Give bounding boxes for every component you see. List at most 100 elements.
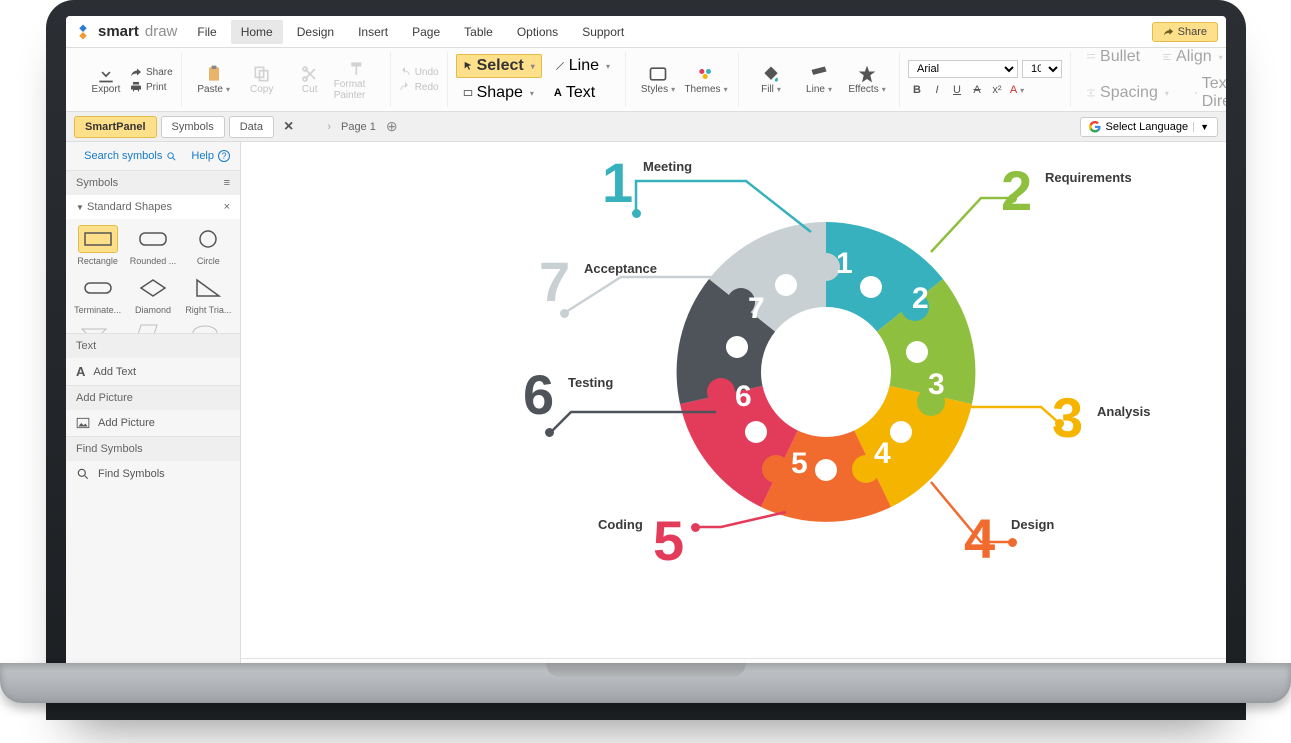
close-panel-tabs[interactable]: × (278, 118, 299, 136)
print-button[interactable]: Print (130, 81, 173, 93)
font-color-button[interactable]: A (1008, 81, 1026, 99)
share-small-button[interactable]: Share (130, 66, 173, 78)
canvas[interactable]: 1 2 3 4 5 6 7 (241, 142, 1226, 680)
cut-button[interactable]: Cut (286, 59, 334, 101)
effects-button[interactable]: Effects (843, 64, 891, 95)
callout-label-5: Coding (598, 517, 643, 532)
spacing-icon (1086, 88, 1096, 98)
redo-button[interactable]: Redo (399, 81, 439, 93)
callout-num-2: 2 (1001, 163, 1032, 219)
shape-rounded[interactable]: Rounded ... (129, 225, 176, 266)
menu-page[interactable]: Page (402, 20, 450, 44)
underline-button[interactable]: U (948, 81, 966, 99)
chevron-down-icon: ▼ (1193, 122, 1209, 132)
text-icon: A (554, 87, 562, 99)
callout-dot-4 (1008, 538, 1017, 547)
shape-tool-button[interactable]: Shape (456, 81, 541, 105)
menu-design[interactable]: Design (287, 20, 344, 44)
cut-icon (300, 64, 320, 84)
add-picture-button[interactable]: Add Picture (66, 410, 240, 436)
paste-icon (204, 64, 224, 84)
sidebar: Search symbols Help ? Symbols≡ ▼ Standar… (66, 142, 241, 680)
callout-label-3: Analysis (1097, 404, 1150, 419)
callout-label-7: Acceptance (584, 261, 657, 276)
callout-dot-3 (1055, 419, 1064, 428)
menu-options[interactable]: Options (507, 20, 568, 44)
menu-insert[interactable]: Insert (348, 20, 398, 44)
styles-button[interactable]: Styles (634, 64, 682, 95)
share-button[interactable]: Share (1152, 22, 1218, 42)
page-prev[interactable]: › (327, 121, 331, 133)
logo-text-light: draw (145, 23, 178, 40)
google-icon (1089, 121, 1101, 133)
picture-icon (76, 416, 90, 430)
themes-icon (696, 64, 716, 84)
spacing-button[interactable]: Spacing (1079, 72, 1176, 114)
shape-right-triangle[interactable]: Right Tria... (185, 274, 232, 315)
callout-num-3: 3 (1052, 390, 1083, 446)
callout-dot-6 (545, 428, 554, 437)
copy-button[interactable]: Copy (238, 59, 286, 101)
add-text-button[interactable]: AAdd Text (66, 358, 240, 385)
search-symbols-link[interactable]: Search symbols (84, 150, 177, 162)
shape-rectangle[interactable]: Rectangle (74, 225, 121, 266)
help-link[interactable]: Help ? (191, 150, 230, 162)
shape-terminate[interactable]: Terminate... (74, 274, 121, 315)
share-icon (1163, 26, 1174, 37)
line-style-icon (809, 64, 829, 84)
data-tab[interactable]: Data (229, 116, 274, 138)
undo-icon (399, 66, 411, 78)
menu-table[interactable]: Table (454, 20, 503, 44)
symbols-tab[interactable]: Symbols (161, 116, 225, 138)
callout-dot-5 (691, 523, 700, 532)
text-a-icon: A (76, 364, 85, 379)
symbols-section-head[interactable]: Symbols≡ (66, 171, 240, 195)
language-select[interactable]: Select Language ▼ (1080, 117, 1219, 137)
line-style-button[interactable]: Line (795, 64, 843, 95)
text-direction-icon (1191, 88, 1198, 98)
undo-button[interactable]: Undo (399, 66, 439, 78)
themes-button[interactable]: Themes (682, 64, 730, 95)
search-icon (76, 467, 90, 481)
line-tool-button[interactable]: Line (548, 54, 617, 78)
picture-section-head: Add Picture (66, 386, 240, 410)
search-icon (166, 151, 177, 162)
find-symbols-button[interactable]: Find Symbols (66, 461, 240, 487)
strikethrough-button[interactable]: A (968, 81, 986, 99)
redo-icon (399, 81, 411, 93)
fill-button[interactable]: Fill (747, 64, 795, 95)
print-icon (130, 81, 142, 93)
add-page-button[interactable]: ⊕ (386, 118, 398, 135)
format-painter-icon (348, 59, 368, 79)
diagram: 1 2 3 4 5 6 7 (241, 142, 1226, 680)
shape-diamond[interactable]: Diamond (129, 274, 176, 315)
shape-circle[interactable]: Circle (185, 225, 232, 266)
menu-file[interactable]: File (187, 20, 226, 44)
styles-icon (648, 64, 668, 84)
smartpanel-tab[interactable]: SmartPanel (74, 116, 157, 138)
font-size-select[interactable]: 10 (1022, 60, 1062, 78)
text-direction-button[interactable]: Text Direction (1184, 72, 1226, 114)
line-icon (555, 61, 565, 71)
callout-dot-1 (632, 209, 641, 218)
callout-dot-7 (560, 309, 569, 318)
close-icon[interactable]: × (224, 201, 230, 213)
menu-support[interactable]: Support (572, 20, 634, 44)
align-button[interactable]: Align (1155, 45, 1226, 69)
standard-shapes-head[interactable]: ▼ Standard Shapes× (66, 195, 240, 219)
font-family-select[interactable]: Arial (908, 60, 1018, 78)
page-tab-1[interactable]: Page 1 (341, 121, 376, 133)
format-painter-button[interactable]: Format Painter (334, 59, 382, 101)
export-icon (96, 64, 116, 84)
text-tool-button[interactable]: AText (547, 81, 602, 105)
text-section-head: Text (66, 334, 240, 358)
share-label: Share (1178, 26, 1207, 38)
menu-home[interactable]: Home (231, 20, 283, 44)
select-tool-button[interactable]: Select (456, 54, 542, 78)
paste-button[interactable]: Paste (190, 59, 238, 101)
bullet-button[interactable]: Bullet (1079, 45, 1147, 69)
bold-button[interactable]: B (908, 81, 926, 99)
superscript-button[interactable]: x² (988, 81, 1006, 99)
export-button[interactable]: Export (82, 64, 130, 95)
italic-button[interactable]: I (928, 81, 946, 99)
